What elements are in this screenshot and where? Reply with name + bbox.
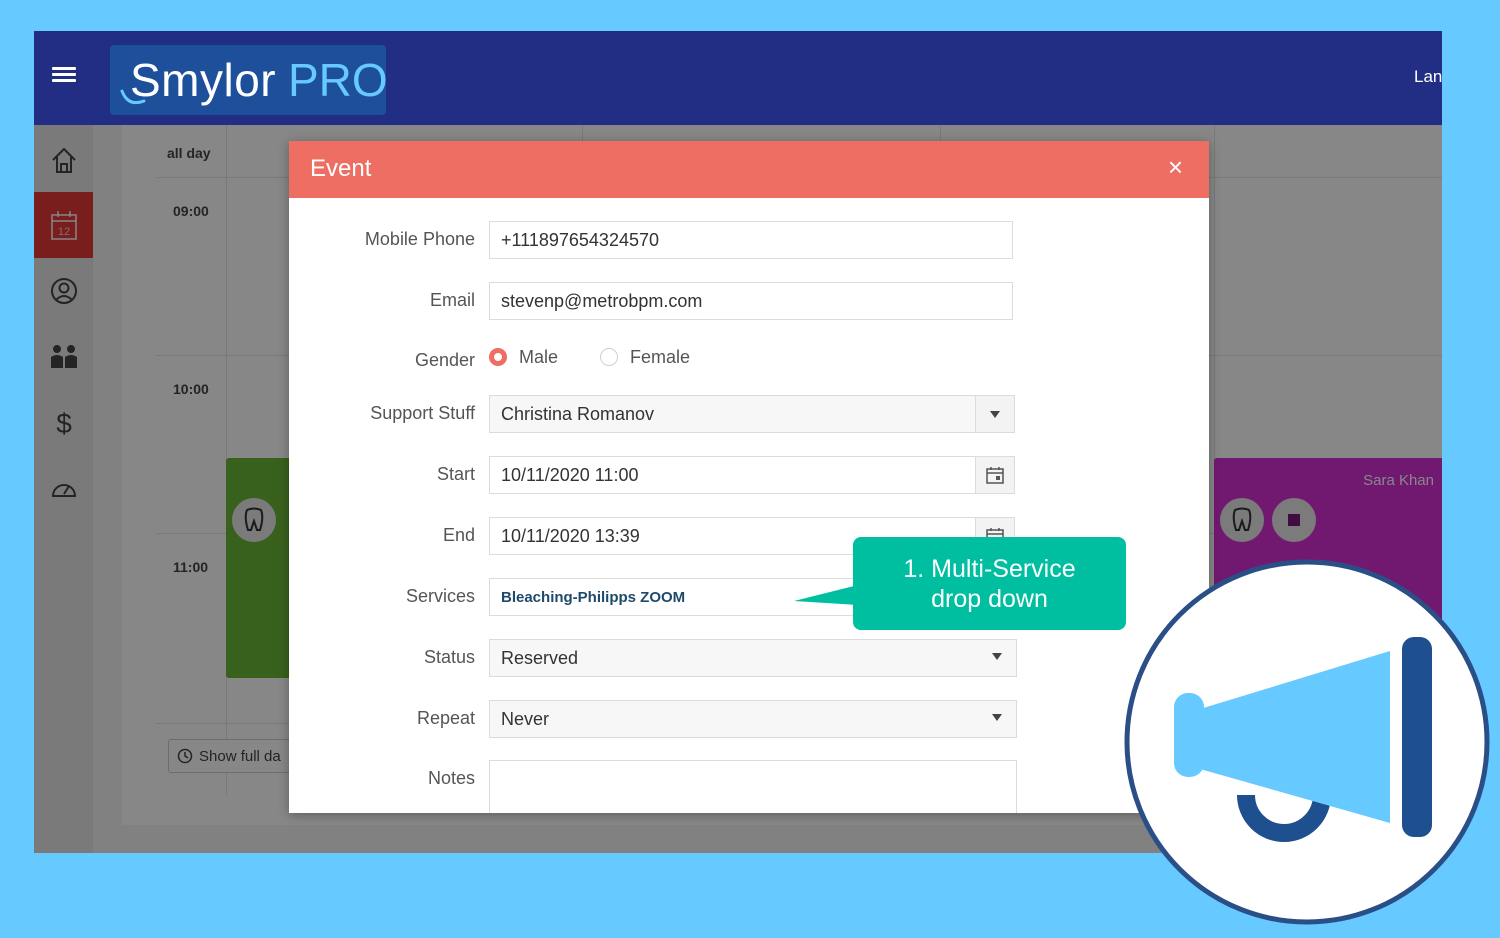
gender-male-label[interactable]: Male — [519, 347, 558, 368]
start-calendar-button[interactable] — [975, 457, 1014, 493]
status-value: Reserved — [501, 647, 579, 668]
callout-line-1: 1. Multi-Service — [903, 554, 1076, 583]
hamburger-menu-icon[interactable] — [52, 67, 76, 87]
annotation-callout: 1. Multi-Service drop down — [853, 537, 1126, 630]
language-menu[interactable]: Lan — [1414, 67, 1442, 87]
event-dialog: Event × Mobile Phone +111897654324570 Em… — [289, 141, 1209, 813]
dialog-title: Event — [310, 155, 372, 182]
services-label: Services — [405, 586, 475, 606]
callout-pointer — [794, 585, 858, 605]
dialog-header: Event × — [289, 141, 1209, 198]
callout-line-2: drop down — [931, 584, 1048, 613]
chevron-down-icon — [992, 653, 1002, 660]
email-label: Email — [429, 290, 475, 310]
end-value: 10/11/2020 13:39 — [501, 525, 640, 546]
status-select[interactable]: Reserved — [489, 639, 1017, 677]
mobile-phone-value: +111897654324570 — [501, 229, 660, 250]
services-selected-tag[interactable]: Bleaching-Philipps ZOOM — [501, 589, 685, 606]
repeat-value: Never — [501, 708, 550, 729]
support-stuff-value: Christina Romanov — [501, 403, 655, 424]
status-label: Status — [423, 647, 475, 667]
calendar-icon — [986, 467, 1004, 484]
top-bar: Smylor PRO Lan — [34, 31, 1442, 125]
chevron-down-icon — [992, 714, 1002, 721]
support-stuff-label: Support Stuff — [370, 403, 475, 423]
gender-female-label[interactable]: Female — [630, 347, 690, 368]
support-stuff-select[interactable]: Christina Romanov — [489, 395, 1015, 433]
gender-male-radio[interactable] — [489, 348, 507, 366]
start-value: 10/11/2020 11:00 — [501, 464, 639, 485]
smylor-pro-logo[interactable]: Smylor PRO — [110, 45, 388, 115]
chevron-down-icon — [990, 410, 1000, 418]
mobile-phone-label: Mobile Phone — [364, 229, 475, 249]
email-value: stevenp@metrobpm.com — [501, 290, 703, 311]
start-datetime-input[interactable]: 10/11/2020 11:00 — [489, 456, 1015, 494]
mobile-phone-input[interactable]: +111897654324570 — [489, 221, 1013, 259]
gender-label: Gender — [414, 350, 475, 370]
repeat-select[interactable]: Never — [489, 700, 1017, 738]
gender-female-radio[interactable] — [600, 348, 619, 366]
logo-text: Smylor — [130, 54, 277, 106]
megaphone-badge-icon — [1124, 559, 1490, 925]
end-label: End — [442, 525, 475, 545]
gender-radio-group: Male Female — [489, 345, 690, 369]
start-label: Start — [436, 464, 475, 484]
notes-label: Notes — [427, 768, 475, 788]
notes-textarea[interactable] — [489, 760, 1017, 813]
close-icon[interactable]: × — [1168, 154, 1183, 180]
support-stuff-dropdown-button[interactable] — [975, 396, 1014, 432]
repeat-label: Repeat — [416, 708, 475, 728]
email-input[interactable]: stevenp@metrobpm.com — [489, 282, 1013, 320]
logo-accent-text: PRO — [288, 54, 388, 106]
